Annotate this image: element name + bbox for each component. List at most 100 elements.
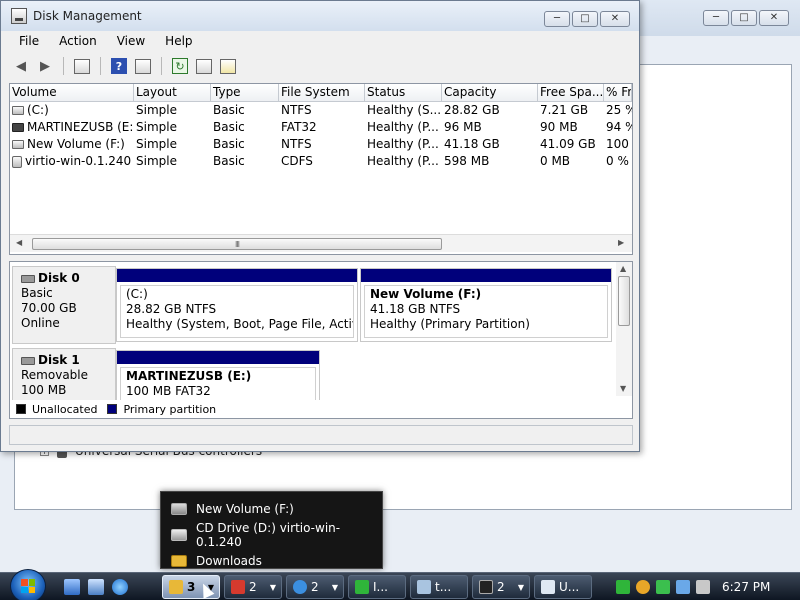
refresh-icon[interactable]: ↻: [170, 56, 190, 76]
taskbar-button-notepad[interactable]: U...: [534, 575, 592, 599]
column-free-space[interactable]: Free Spa...: [538, 84, 604, 102]
show-desktop-icon[interactable]: [64, 579, 80, 595]
table-row[interactable]: (C:) Simple Basic NTFS Healthy (S... 28.…: [10, 102, 632, 119]
terminal-icon: [479, 580, 493, 594]
cell-capacity: 598 MB: [444, 154, 490, 168]
taskbar-button-label: I...: [373, 580, 388, 594]
taskbar-button-terminal-group[interactable]: 2 ▼: [472, 575, 530, 599]
switch-windows-icon[interactable]: [88, 579, 104, 595]
popup-item-label: New Volume (F:): [196, 502, 294, 516]
menu-file[interactable]: File: [9, 34, 49, 48]
properties-sheet-icon[interactable]: [218, 56, 238, 76]
volume-list[interactable]: Volume Layout Type File System Status Ca…: [9, 83, 633, 255]
cell-capacity: 96 MB: [444, 120, 482, 134]
volume-rows: (C:) Simple Basic NTFS Healthy (S... 28.…: [10, 102, 632, 170]
partition-f[interactable]: New Volume (F:) 41.18 GB NTFS Healthy (P…: [360, 268, 612, 342]
scroll-thumb[interactable]: III: [32, 238, 442, 250]
disk-0-label[interactable]: Disk 0 Basic 70.00 GB Online: [12, 266, 116, 344]
cell-free-space: 41.09 GB: [540, 137, 596, 151]
toolbar-separator: [100, 57, 101, 75]
disk-name: Disk 1: [38, 353, 80, 367]
disk-1-label[interactable]: Disk 1 Removable 100 MB: [12, 348, 116, 408]
toolbar-separator: [63, 57, 64, 75]
popup-item-label: Downloads: [196, 554, 262, 568]
cell-free-space: 7.21 GB: [540, 103, 589, 117]
properties-icon[interactable]: [133, 56, 153, 76]
disk-size: 100 MB: [21, 383, 67, 397]
bg-minimize-button[interactable]: ─: [703, 10, 729, 26]
taskbar-button-ie-group[interactable]: 2 ▼: [286, 575, 344, 599]
column-status[interactable]: Status: [365, 84, 442, 102]
disk-icon: [21, 356, 35, 365]
menu-action[interactable]: Action: [49, 34, 107, 48]
cell-free-space: 90 MB: [540, 120, 578, 134]
notepad-icon: [541, 580, 555, 594]
drive-icon: [171, 503, 187, 515]
clock[interactable]: 6:27 PM: [722, 580, 770, 594]
cell-percent-free: 94 %: [606, 120, 632, 134]
cell-layout: Simple: [136, 137, 177, 151]
taskbar-button-email-group[interactable]: 2 ▼: [224, 575, 282, 599]
disk-kind: Removable: [21, 368, 89, 382]
taskbar-button-process[interactable]: t...: [410, 575, 468, 599]
network-icon[interactable]: [676, 580, 690, 594]
cell-layout: Simple: [136, 120, 177, 134]
horizontal-scrollbar[interactable]: ◀ III ▶: [10, 234, 632, 252]
cell-file-system: NTFS: [281, 103, 312, 117]
column-percent-free[interactable]: % Fr: [604, 84, 632, 102]
disk-management-icon: [11, 8, 27, 24]
volume-muted-icon[interactable]: [696, 580, 710, 594]
green-flag-icon[interactable]: [616, 580, 630, 594]
column-type[interactable]: Type: [211, 84, 279, 102]
table-row[interactable]: New Volume (F:) Simple Basic NTFS Health…: [10, 136, 632, 153]
cell-layout: Simple: [136, 103, 177, 117]
internet-explorer-icon[interactable]: [112, 579, 128, 595]
minimize-button[interactable]: ─: [544, 11, 570, 27]
cell-percent-free: 25 %: [606, 103, 632, 117]
table-row[interactable]: virtio-win-0.1.240 ... Simple Basic CDFS…: [10, 153, 632, 170]
scroll-left-icon[interactable]: ◀: [16, 238, 22, 247]
scroll-up-icon[interactable]: ▲: [620, 264, 626, 273]
legend-unallocated: Unallocated: [32, 402, 98, 416]
disk-management-window: Disk Management ─ □ ✕ File Action View H…: [0, 0, 640, 452]
column-layout[interactable]: Layout: [134, 84, 211, 102]
partition-bar: [117, 269, 357, 282]
cell-type: Basic: [213, 137, 245, 151]
maximize-button[interactable]: □: [572, 11, 598, 27]
vertical-scrollbar[interactable]: ▲ ▼: [616, 262, 632, 396]
bg-close-button[interactable]: ✕: [759, 10, 789, 26]
scroll-down-icon[interactable]: ▼: [620, 384, 626, 393]
security-shield-icon[interactable]: [636, 580, 650, 594]
popup-item-cd-drive[interactable]: CD Drive (D:) virtio-win-0.1.240: [161, 521, 382, 549]
partition-c[interactable]: (C:) 28.82 GB NTFS Healthy (System, Boot…: [116, 268, 358, 342]
taskbar-button-flag[interactable]: I...: [348, 575, 406, 599]
close-button[interactable]: ✕: [600, 11, 630, 27]
column-capacity[interactable]: Capacity: [442, 84, 538, 102]
start-button[interactable]: [10, 569, 46, 600]
scroll-thumb[interactable]: [618, 276, 630, 326]
cell-volume: New Volume (F:): [27, 137, 125, 151]
primary-partition-swatch: [107, 404, 118, 414]
console-tree-icon[interactable]: [72, 56, 92, 76]
chevron-down-icon: ▼: [517, 582, 524, 592]
help-icon[interactable]: ?: [109, 56, 129, 76]
table-row[interactable]: MARTINEZUSB (E:) Simple Basic FAT32 Heal…: [10, 119, 632, 136]
menu-view[interactable]: View: [107, 34, 155, 48]
menu-help[interactable]: Help: [155, 34, 202, 48]
popup-item-new-volume[interactable]: New Volume (F:): [161, 496, 382, 522]
export-icon[interactable]: [194, 56, 214, 76]
cell-file-system: CDFS: [281, 154, 313, 168]
safely-remove-hardware-icon[interactable]: [656, 580, 670, 594]
column-file-system[interactable]: File System: [279, 84, 365, 102]
menu-bar: File Action View Help: [9, 31, 635, 51]
cell-status: Healthy (P...: [367, 154, 439, 168]
scroll-right-icon[interactable]: ▶: [618, 238, 624, 247]
column-volume[interactable]: Volume: [10, 84, 134, 102]
back-arrow-icon[interactable]: ◀: [11, 56, 31, 76]
bg-maximize-button[interactable]: □: [731, 10, 757, 26]
disk-graphical-view[interactable]: Disk 0 Basic 70.00 GB Online (C:) 28.82 …: [9, 261, 633, 419]
forward-arrow-icon[interactable]: ▶: [35, 56, 55, 76]
taskbar-button-label: U...: [559, 580, 580, 594]
scroll-grip: III: [234, 239, 240, 249]
popup-item-downloads[interactable]: Downloads: [161, 548, 382, 574]
